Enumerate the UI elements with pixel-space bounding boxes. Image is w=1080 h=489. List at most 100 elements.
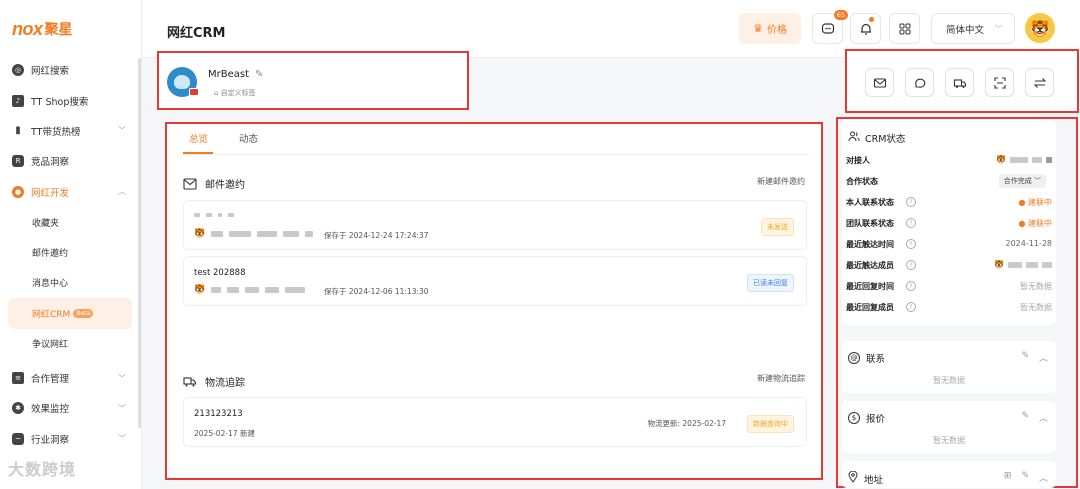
users-icon: [848, 131, 860, 145]
language-select[interactable]: 简体中文 ﹀: [931, 13, 1015, 44]
member-redacted: 🐯: [994, 260, 1052, 269]
email-invite-item[interactable]: 🐯 保存于 2024-12-24 17:24:37 未发送: [183, 200, 807, 250]
message-count-badge: 65: [833, 10, 848, 20]
email-action-button[interactable]: [865, 68, 894, 97]
user-avatar-icon: 🐯: [194, 229, 206, 239]
notifications-button[interactable]: [850, 13, 881, 44]
swap-icon: [1033, 77, 1046, 88]
help-icon[interactable]: ?: [906, 281, 916, 291]
tab-overview[interactable]: 总览: [189, 131, 208, 145]
sidebar-item-competitor-insight[interactable]: R 竞品洞察: [0, 146, 142, 176]
chevron-up-icon[interactable]: ︿: [1039, 351, 1048, 364]
tracking-number: 213123213: [194, 409, 243, 419]
sidebar-item-tt-hot-list[interactable]: ▮ TT带货热榜 ﹀: [0, 116, 142, 146]
edit-icon[interactable]: ✎: [1021, 471, 1029, 484]
logistics-action-button[interactable]: [945, 68, 974, 97]
user-avatar[interactable]: 🐯: [1025, 13, 1055, 43]
users-icon: ●: [12, 185, 24, 198]
sidebar-item-favorites[interactable]: 收藏夹: [0, 207, 142, 237]
sidebar-item-label: 行业洞察: [31, 434, 70, 446]
chevron-down-icon: ﹀: [995, 24, 1002, 33]
coop-status-select[interactable]: 合作完成 ﹀: [998, 174, 1046, 188]
email-sender-redacted: 🐯: [194, 285, 306, 295]
sidebar-item-message-center[interactable]: 消息中心: [0, 268, 142, 298]
sidebar-item-tt-shop-search[interactable]: ♪ TT Shop搜索: [0, 85, 142, 115]
chevron-up-icon[interactable]: ︿: [1039, 411, 1048, 424]
sidebar-item-influencer-search[interactable]: ◎ 网红搜索: [0, 55, 142, 85]
help-icon[interactable]: ?: [906, 260, 916, 270]
email-saved-time: 保存于 2024-12-06 11:13:30: [324, 287, 429, 296]
crm-row-last-contact-time: 最近触达时间? 2024-11-28: [846, 239, 1052, 253]
sidebar-item-email-invite[interactable]: 邮件邀约: [0, 237, 142, 267]
logistics-item[interactable]: 213123213 2025-02-17 新建 物流更新: 2025-02-17…: [183, 397, 807, 447]
new-email-invite-link[interactable]: 新建邮件邀约: [757, 176, 805, 187]
switch-action-button[interactable]: [1025, 68, 1054, 97]
sidebar-item-performance[interactable]: ✱ 效果监控 ﹀: [0, 393, 142, 423]
status-value: ● 建联中: [1018, 219, 1052, 228]
chat-action-button[interactable]: [905, 68, 934, 97]
email-recipient-redacted: [194, 213, 234, 217]
sidebar-item-influencer-dev[interactable]: ● 网红开发 ︿: [0, 177, 142, 207]
chevron-down-icon: ﹀: [118, 434, 126, 444]
crm-row-last-reply-time: 最近回复时间? 暂无数据: [846, 281, 1052, 295]
sidebar-item-influencer-crm[interactable]: 网红CRM Beta: [8, 298, 132, 329]
sidebar-item-cooperation[interactable]: ≡ 合作管理 ﹀: [0, 363, 142, 393]
scan-action-button[interactable]: [985, 68, 1014, 97]
at-icon: @: [848, 352, 860, 364]
crm-row-label: 合作状态: [846, 177, 878, 186]
apps-button[interactable]: [889, 13, 920, 44]
email-status-badge: 未发送: [761, 218, 794, 236]
email-section-label: 邮件邀约: [205, 180, 245, 191]
chevron-down-icon: ﹀: [118, 403, 126, 413]
status-value-text: 建联中: [1028, 219, 1052, 228]
crm-row-label: 最近触达时间: [846, 240, 894, 249]
custom-tag-button[interactable]: ⌂ 自定义标签: [214, 88, 256, 98]
user-avatar-icon: 🐯: [996, 155, 1006, 164]
sidebar-item-disputed-influencer[interactable]: 争议网红: [0, 329, 142, 359]
email-invite-item[interactable]: test 202888 🐯 保存于 2024-12-06 11:13:30 已读…: [183, 256, 807, 306]
notification-dot: [869, 17, 874, 22]
sidebar-item-label: 竞品洞察: [31, 157, 70, 169]
tab-activity[interactable]: 动态: [239, 131, 258, 145]
quote-tools: ✎ ︿: [1021, 411, 1048, 424]
dollar-icon: $: [848, 412, 860, 424]
last-reply-time: 暂无数据: [1020, 282, 1052, 291]
bar-chart-icon: ▮: [15, 125, 21, 137]
help-icon[interactable]: ?: [906, 218, 916, 228]
pricing-button[interactable]: ♛ 价格: [739, 13, 801, 44]
brand-logo[interactable]: nox 聚星: [12, 16, 73, 42]
email-sender-redacted: 🐯: [194, 229, 314, 239]
edit-icon[interactable]: ✎: [1021, 351, 1029, 364]
crm-title: CRM状态: [848, 131, 905, 145]
edit-icon[interactable]: ✎: [1021, 411, 1029, 424]
sidebar-item-industry[interactable]: ~ 行业洞察 ﹀: [0, 424, 142, 454]
last-reply-member: 暂无数据: [1020, 303, 1052, 312]
sidebar-item-label: TT带货热榜: [31, 126, 81, 138]
help-icon[interactable]: ?: [906, 239, 916, 249]
sidebar-scrollbar[interactable]: [138, 58, 141, 428]
crm-row-label: 最近触达成员: [846, 261, 894, 270]
user-avatar-icon: 🐯: [194, 285, 206, 295]
influencer-name: MrBeast: [208, 69, 250, 80]
crm-row-coop-status: 合作状态 合作完成 ﹀: [846, 174, 1052, 190]
crm-row-label: 本人联系状态: [846, 198, 894, 207]
logo-cn: 聚星: [44, 22, 73, 38]
email-subject: test 202888: [194, 268, 246, 278]
add-icon[interactable]: ⊞: [1004, 471, 1012, 484]
help-icon[interactable]: ?: [906, 197, 916, 207]
edit-name-icon[interactable]: ✎: [255, 69, 263, 80]
contact-title: @ 联系: [848, 351, 885, 365]
new-logistics-link[interactable]: 新建物流追踪: [757, 373, 805, 384]
contact-empty: 暂无数据: [933, 376, 965, 385]
sidebar-item-label: 争议网红: [32, 340, 69, 351]
help-icon[interactable]: ?: [906, 302, 916, 312]
chevron-up-icon[interactable]: ︿: [1039, 471, 1048, 484]
last-contact-date: 2024-11-28: [1005, 239, 1053, 248]
quote-panel: $ 报价 ✎ ︿ 暂无数据: [842, 401, 1056, 453]
sidebar-item-label: 收藏夹: [32, 218, 60, 229]
crown-icon: ♛: [753, 22, 763, 35]
crm-row-last-contact-member: 最近触达成员? 🐯: [846, 260, 1052, 274]
messages-button[interactable]: 65: [812, 10, 848, 44]
sidebar-item-label: 邮件邀约: [32, 249, 69, 260]
chat-bubble-icon: [914, 78, 925, 88]
